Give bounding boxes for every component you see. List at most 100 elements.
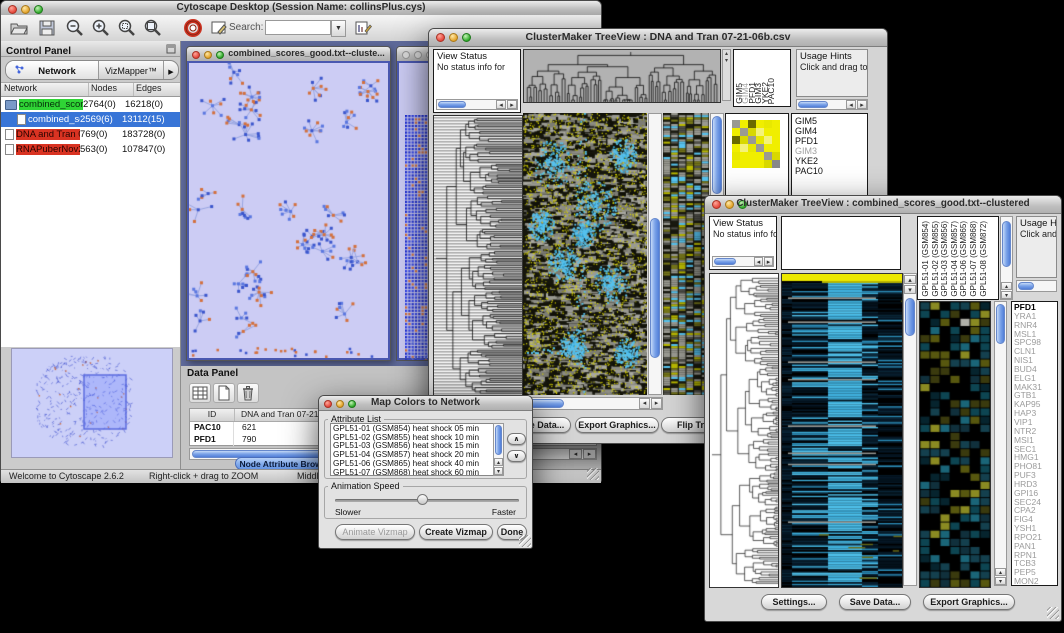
search-dropdown-arrow[interactable]: ▼ xyxy=(331,20,346,37)
zoom-button[interactable] xyxy=(216,51,224,59)
scroll-thumb[interactable] xyxy=(438,101,466,108)
scroll-left-arrow[interactable]: ◂ xyxy=(846,100,856,109)
attribute-listbox[interactable]: GPL51-01 (GSM854) heat shock 05 minGPL51… xyxy=(330,423,502,476)
mini-heatmap-cell[interactable] xyxy=(764,128,772,136)
row-label[interactable]: GIM5 xyxy=(795,116,867,126)
treeview1-heatmap-global[interactable] xyxy=(523,113,647,395)
move-up-button[interactable]: ∧ xyxy=(507,433,526,445)
network-view-window-1[interactable]: combined_scores_good.txt--cluste... xyxy=(186,46,391,361)
scroll-thumb[interactable] xyxy=(714,258,736,265)
main-titlebar[interactable]: Cytoscape Desktop (Session Name: collins… xyxy=(1,1,601,16)
mini-heatmap-cell[interactable] xyxy=(772,136,780,144)
data-column-id[interactable]: ID xyxy=(190,409,235,421)
table-mode-button[interactable] xyxy=(189,383,211,403)
usage-hints-scrollbar[interactable]: ◂ ▸ xyxy=(796,99,868,110)
network-list-row[interactable]: combined_sco2569(6)13112(15) xyxy=(1,112,180,127)
scroll-thumb[interactable] xyxy=(798,101,828,108)
mini-heatmap-cell[interactable] xyxy=(740,128,748,136)
mini-heatmap-cell[interactable] xyxy=(740,144,748,152)
move-down-button[interactable]: ∨ xyxy=(507,450,526,462)
view-status-scrollbar[interactable]: ◂ ▸ xyxy=(436,99,518,110)
row-label[interactable]: PFD1 xyxy=(795,136,867,146)
scroll-up-arrow[interactable]: ▴ xyxy=(904,275,916,284)
scroll-up-arrow[interactable]: ▴ xyxy=(1001,282,1012,290)
mini-heatmap-cell[interactable] xyxy=(772,144,780,152)
column-label[interactable]: GPL51-02 (GSM855) xyxy=(931,221,941,297)
scroll-thumb[interactable] xyxy=(996,304,1005,344)
treeview1-titlebar[interactable]: ClusterMaker TreeView : DNA and Tran 07-… xyxy=(429,29,887,47)
mini-heatmap-cell[interactable] xyxy=(772,120,780,128)
treeview2-global-vscrollbar[interactable]: ▴ ▾ xyxy=(903,273,917,586)
column-header-network[interactable]: Network xyxy=(1,83,89,96)
mini-heatmap-cell[interactable] xyxy=(764,160,772,168)
attribute-list-vscrollbar[interactable]: ▴ ▾ xyxy=(493,423,504,476)
float-panel-icon[interactable] xyxy=(166,44,176,54)
mini-heatmap-cell[interactable] xyxy=(748,152,756,160)
scroll-down-arrow[interactable]: ▾ xyxy=(995,577,1006,585)
scroll-left-arrow[interactable]: ◂ xyxy=(496,100,506,109)
scroll-right-arrow[interactable]: ▸ xyxy=(764,257,773,266)
treeview1-global-vscrollbar[interactable] xyxy=(648,113,662,395)
network-view-1-titlebar[interactable]: combined_scores_good.txt--cluste... xyxy=(187,47,390,62)
view-status-scrollbar[interactable]: ◂ ▸ xyxy=(712,256,774,267)
mini-heatmap-cell[interactable] xyxy=(756,160,764,168)
scroll-thumb[interactable] xyxy=(1018,282,1034,290)
treeview2-resize-grip[interactable] xyxy=(1047,607,1059,619)
create-vizmap-button[interactable]: Create Vizmap xyxy=(419,524,493,540)
save-data-button[interactable]: Save Data... xyxy=(839,594,911,610)
delete-attribute-button[interactable] xyxy=(237,383,259,403)
row-label[interactable]: YKE2 xyxy=(795,156,867,166)
tab-network[interactable]: Network xyxy=(6,61,99,79)
gene-label[interactable]: MON2 xyxy=(1014,577,1057,586)
treeview2-heatmap-global[interactable] xyxy=(781,273,903,588)
mini-heatmap-cell[interactable] xyxy=(756,128,764,136)
close-button[interactable] xyxy=(402,51,410,59)
annotation-edit-icon[interactable] xyxy=(209,18,229,38)
scroll-left-arrow[interactable]: ◂ xyxy=(569,449,582,459)
mini-heatmap-cell[interactable] xyxy=(748,136,756,144)
mini-heatmap-cell[interactable] xyxy=(756,144,764,152)
column-header-nodes[interactable]: Nodes xyxy=(89,83,134,96)
mini-heatmap-cell[interactable] xyxy=(756,136,764,144)
scroll-down-arrow[interactable]: ▾ xyxy=(1001,291,1012,299)
zoom-selected-icon[interactable] xyxy=(117,18,137,38)
scroll-thumb[interactable] xyxy=(650,218,660,358)
column-label[interactable]: GPL51-04 (GSM857) xyxy=(950,221,960,297)
row-label[interactable]: GIM3 xyxy=(795,146,867,156)
mini-heatmap-cell[interactable] xyxy=(764,144,772,152)
scroll-up-arrow[interactable]: ▴ xyxy=(494,458,503,466)
mini-heatmap-cell[interactable] xyxy=(756,120,764,128)
treeview2-row-dendrogram[interactable] xyxy=(709,273,779,588)
close-button[interactable] xyxy=(192,51,200,59)
network-view-1-canvas[interactable] xyxy=(189,63,388,358)
save-icon[interactable] xyxy=(37,18,57,38)
treeview1-row-dendrogram[interactable] xyxy=(433,115,523,397)
new-attribute-button[interactable] xyxy=(213,383,235,403)
treeview1-mini-heatmap[interactable] xyxy=(732,120,780,168)
network-list-row[interactable]: RNAPuberNov2+563(0)107847(0) xyxy=(1,142,180,157)
mini-heatmap-cell[interactable] xyxy=(756,152,764,160)
scroll-left-arrow[interactable]: ◂ xyxy=(639,398,650,409)
mini-heatmap-cell[interactable] xyxy=(732,144,740,152)
export-graphics-button[interactable]: Export Graphics... xyxy=(923,594,1015,610)
mini-heatmap-cell[interactable] xyxy=(732,120,740,128)
mini-heatmap-cell[interactable] xyxy=(748,128,756,136)
mini-heatmap-cell[interactable] xyxy=(740,136,748,144)
column-label[interactable]: GPL51-07 (GSM868) xyxy=(969,221,979,297)
treeview2-heatmap-zoom[interactable] xyxy=(919,301,991,588)
column-label[interactable]: PAC10 xyxy=(768,78,774,104)
treeview1-hscrollbar[interactable]: ◂ ▸ xyxy=(523,397,663,410)
scroll-thumb[interactable] xyxy=(905,298,915,336)
mini-heatmap-cell[interactable] xyxy=(732,152,740,160)
scroll-right-arrow[interactable]: ▸ xyxy=(651,398,662,409)
dialog-resize-grip[interactable] xyxy=(519,535,531,547)
scroll-up-arrow[interactable]: ▴ xyxy=(995,568,1006,576)
treeview2-collabel-vscrollbar[interactable]: ▴ ▾ xyxy=(1000,216,1013,300)
usage-hints-scrollbar[interactable] xyxy=(1016,280,1057,292)
row-label[interactable]: PAC10 xyxy=(795,166,867,176)
treeview2-titlebar[interactable]: ClusterMaker TreeView : combined_scores_… xyxy=(705,196,1061,214)
mini-heatmap-cell[interactable] xyxy=(748,144,756,152)
dialog-titlebar[interactable]: Map Colors to Network xyxy=(319,396,532,411)
scroll-thumb[interactable] xyxy=(712,116,722,194)
tab-overflow-arrow[interactable]: ▶ xyxy=(164,61,178,79)
